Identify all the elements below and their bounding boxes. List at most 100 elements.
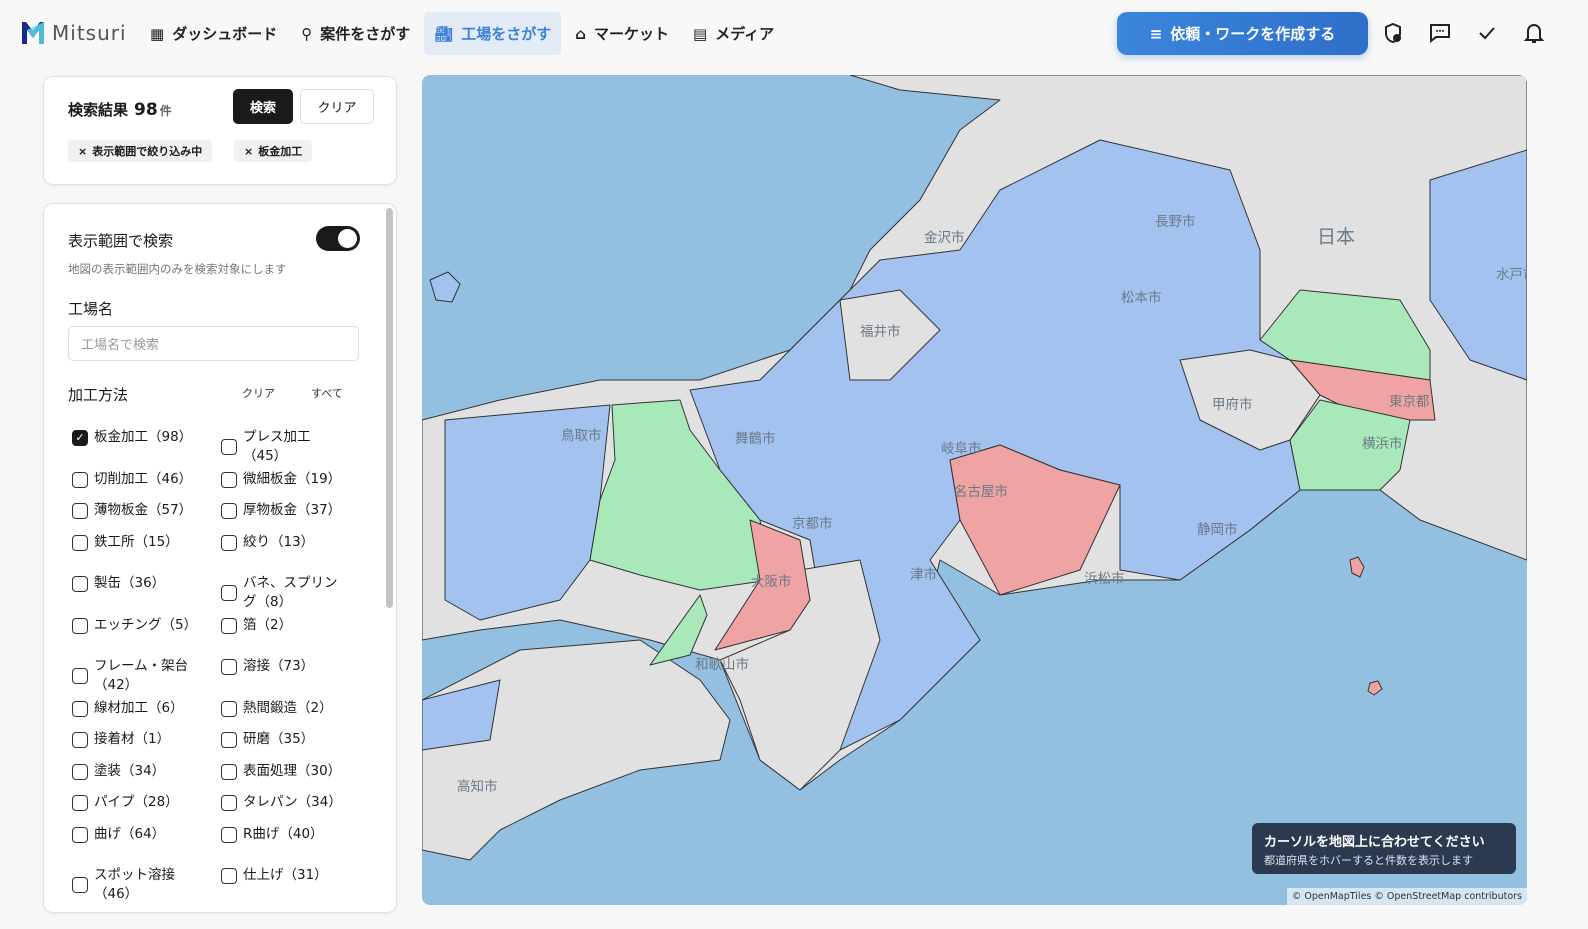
search-icon: ⚲ bbox=[301, 24, 313, 43]
method-checkbox[interactable]: 製缶（36） bbox=[72, 574, 212, 593]
top-header: Mitsuri ▦ ダッシュボード ⚲ 案件をさがす 🏭︎ 工場をさがす ⌂ マーケット… bbox=[0, 0, 1588, 67]
checkbox-icon[interactable] bbox=[72, 575, 88, 592]
factory-name-input[interactable]: 工場名で検索 bbox=[68, 326, 359, 361]
nav-label: マーケット bbox=[594, 25, 670, 43]
city-label: 大阪市 bbox=[751, 574, 792, 590]
method-clear-link[interactable]: クリア bbox=[242, 385, 275, 401]
checkbox-icon[interactable] bbox=[221, 617, 237, 634]
create-request-button[interactable]: ≡ 依頼・ワークを作成する bbox=[1117, 12, 1368, 55]
method-checkbox[interactable]: 仕上げ（31） bbox=[221, 866, 346, 885]
method-checkbox[interactable]: フレーム・架台（42） bbox=[72, 657, 212, 695]
method-checkbox[interactable]: 厚物板金（37） bbox=[221, 501, 346, 520]
map[interactable]: 金沢市 長野市日本水戸市松本市福井市甲府市 東京都鳥取市 舞鶴市岐阜市 横浜市名古屋市京… bbox=[422, 75, 1527, 905]
checkbox-icon[interactable] bbox=[221, 867, 237, 884]
map-attribution[interactable]: © OpenMapTiles © OpenStreetMap contribut… bbox=[1286, 888, 1527, 905]
method-label: 厚物板金（37） bbox=[243, 502, 342, 518]
method-label: 熱間鍛造（2） bbox=[243, 700, 333, 716]
method-checkbox[interactable]: プレス加工（45） bbox=[221, 428, 346, 466]
nav-label: ダッシュボード bbox=[172, 25, 278, 43]
nav-dashboard[interactable]: ▦ ダッシュボード bbox=[140, 12, 287, 55]
close-icon[interactable]: × bbox=[78, 145, 87, 158]
nav-market[interactable]: ⌂ マーケット bbox=[565, 12, 679, 55]
checkbox-icon[interactable] bbox=[221, 826, 237, 843]
filter-chip-viewport[interactable]: × 表示範囲で絞り込み中 bbox=[68, 140, 213, 162]
newspaper-icon: ▤ bbox=[693, 24, 708, 43]
logo[interactable]: Mitsuri bbox=[20, 20, 127, 46]
checkbox-icon[interactable] bbox=[72, 534, 88, 551]
checkbox-icon[interactable] bbox=[72, 700, 88, 717]
shield-user-icon[interactable] bbox=[1382, 22, 1404, 44]
method-checkbox[interactable]: 塗装（34） bbox=[72, 762, 212, 781]
close-icon[interactable]: × bbox=[244, 145, 253, 158]
method-checkbox[interactable]: 箔（2） bbox=[221, 616, 346, 635]
checkbox-icon[interactable] bbox=[221, 534, 237, 551]
island bbox=[1349, 556, 1383, 696]
scrollbar[interactable] bbox=[386, 208, 393, 608]
checkbox-icon[interactable] bbox=[72, 668, 88, 684]
checkbox-icon[interactable] bbox=[221, 794, 237, 811]
viewport-search-hint: 地図の表示範囲内のみを検索対象にします bbox=[68, 262, 287, 276]
method-label: タレパン（34） bbox=[243, 794, 342, 810]
tooltip-hint: 都道府県をホバーすると件数を表示します bbox=[1264, 854, 1473, 867]
clear-button[interactable]: クリア bbox=[300, 89, 374, 124]
factory-name-label: 工場名 bbox=[68, 300, 114, 318]
checkbox-icon[interactable] bbox=[72, 731, 88, 748]
method-checkbox[interactable]: 熱間鍛造（2） bbox=[221, 699, 346, 718]
island bbox=[429, 271, 461, 303]
nav-find-projects[interactable]: ⚲ 案件をさがす bbox=[291, 12, 420, 55]
filter-chip-sheet-metal[interactable]: × 板金加工 bbox=[234, 140, 313, 162]
method-checkbox[interactable]: 研磨（35） bbox=[221, 730, 346, 749]
method-label: 塗装（34） bbox=[94, 763, 166, 779]
search-button[interactable]: 検索 bbox=[233, 89, 293, 124]
checkbox-icon[interactable] bbox=[72, 826, 88, 843]
method-checkbox[interactable]: パイプ（28） bbox=[72, 793, 212, 812]
checkbox-icon[interactable] bbox=[72, 877, 88, 893]
checkbox-icon[interactable] bbox=[221, 585, 237, 601]
method-checkbox[interactable]: 線材加工（6） bbox=[72, 699, 212, 718]
method-checkbox[interactable]: タレパン（34） bbox=[221, 793, 346, 812]
method-checkbox[interactable]: 曲げ（64） bbox=[72, 825, 212, 844]
method-all-link[interactable]: すべて bbox=[311, 385, 343, 401]
checkbox-icon[interactable] bbox=[72, 794, 88, 811]
city-label: 長野市 bbox=[1155, 214, 1196, 230]
method-checkbox[interactable]: 表面処理（30） bbox=[221, 762, 346, 781]
method-checkbox[interactable]: 絞り（13） bbox=[221, 533, 346, 552]
check-icon[interactable] bbox=[1476, 22, 1498, 44]
checkbox-icon[interactable] bbox=[72, 502, 88, 519]
method-checkbox[interactable]: バネ、スプリング（8） bbox=[221, 574, 346, 612]
method-checkbox[interactable]: スポット溶接（46） bbox=[72, 866, 212, 904]
checkbox-icon[interactable] bbox=[221, 439, 237, 455]
checkbox-icon[interactable]: ✓ bbox=[72, 429, 88, 446]
nav-find-factories[interactable]: 🏭︎ 工場をさがす bbox=[424, 12, 562, 55]
checkbox-icon[interactable] bbox=[221, 763, 237, 780]
checkbox-icon[interactable] bbox=[221, 502, 237, 519]
method-checkbox[interactable]: エッチング（5） bbox=[72, 616, 212, 635]
method-label: プレス加工（45） bbox=[243, 429, 311, 464]
checkbox-icon[interactable] bbox=[221, 700, 237, 717]
method-label: 箔（2） bbox=[243, 617, 293, 633]
method-checkbox[interactable]: R曲げ（40） bbox=[221, 825, 346, 844]
checkbox-icon[interactable] bbox=[72, 471, 88, 488]
method-checkbox[interactable]: 切削加工（46） bbox=[72, 470, 212, 489]
results-title: 検索結果 bbox=[68, 101, 129, 119]
city-label: 岐阜市 bbox=[941, 441, 982, 457]
checkbox-icon[interactable] bbox=[72, 763, 88, 780]
method-label: バネ、スプリング（8） bbox=[243, 575, 338, 610]
method-checkbox[interactable]: 微細板金（19） bbox=[221, 470, 346, 489]
checkbox-icon[interactable] bbox=[221, 658, 237, 675]
chat-icon[interactable] bbox=[1429, 22, 1451, 44]
method-checkbox[interactable]: 薄物板金（57） bbox=[72, 501, 212, 520]
checkbox-icon[interactable] bbox=[221, 731, 237, 748]
city-label: 松本市 bbox=[1121, 290, 1162, 306]
method-checkbox[interactable]: ✓ 板金加工（98） bbox=[72, 428, 212, 447]
checkbox-icon[interactable] bbox=[221, 471, 237, 488]
city-label: 静岡市 bbox=[1197, 522, 1238, 538]
method-checkbox[interactable]: 溶接（73） bbox=[221, 657, 346, 676]
method-checkbox[interactable]: 接着材（1） bbox=[72, 730, 212, 749]
checkbox-icon[interactable] bbox=[72, 617, 88, 634]
nav-media[interactable]: ▤ メディア bbox=[683, 12, 784, 55]
viewport-search-toggle[interactable] bbox=[316, 226, 360, 251]
city-label: 水戸市 bbox=[1496, 267, 1527, 283]
method-checkbox[interactable]: 鉄工所（15） bbox=[72, 533, 212, 552]
bell-icon[interactable] bbox=[1523, 22, 1545, 44]
